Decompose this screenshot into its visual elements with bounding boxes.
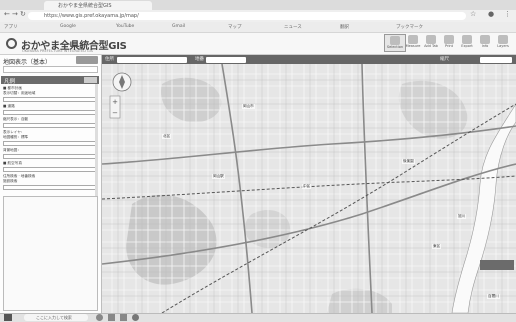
menu-icon[interactable]: ⋮ (504, 10, 511, 18)
address-text: https://www.gis.pref.okayama.jp/map/ (44, 13, 139, 19)
panel-toggle-button[interactable] (76, 56, 98, 64)
address-label: 住所 (105, 57, 114, 62)
map-label: 中区 (302, 184, 312, 189)
panel-field[interactable] (3, 123, 98, 128)
panel-field[interactable] (3, 97, 98, 102)
panel-field[interactable] (3, 110, 98, 115)
toolbar-icon (480, 35, 490, 44)
panel-row: 縮尺表示：自動 (3, 117, 29, 121)
attribute-panel (3, 196, 98, 311)
toolbar-icon (390, 36, 400, 45)
reload-icon[interactable]: ↻ (20, 10, 26, 18)
panel-field[interactable] (3, 167, 98, 172)
map-label: 北区 (162, 134, 172, 139)
map-label: 旭川 (457, 214, 467, 219)
panel-row: 表示切替：用途地域 (3, 91, 36, 95)
map-label: 岡山市 (242, 104, 255, 109)
lot-search-field[interactable] (206, 56, 246, 63)
bookmark-item[interactable]: YouTube (116, 24, 134, 29)
map-canvas[interactable]: + − 岡山市北区中区旭川 岡山駅 後楽園百間川 東区 (102, 64, 516, 313)
layer-list: ■ 都市計画 表示切替：用途地域 ■ 道路 縮尺表示：自動 表示レイヤ： 地図種別：標準背… (3, 86, 98, 192)
toolbar-icon (498, 35, 508, 44)
toolbar-icon (462, 35, 472, 44)
toolbar-icon (408, 35, 418, 44)
map-label: 後楽園 (402, 159, 415, 164)
svg-text:+: + (112, 98, 118, 106)
panel-field[interactable] (3, 185, 98, 190)
start-icon[interactable] (4, 314, 12, 321)
browser-taskbar-icon[interactable] (132, 314, 139, 321)
bookmark-item[interactable]: 翻訳 (340, 24, 349, 30)
toolbar-icon (426, 35, 436, 44)
panel-field[interactable] (3, 154, 98, 159)
bookmark-item[interactable]: ブックマーク (396, 24, 423, 30)
back-icon[interactable]: ← (4, 10, 10, 18)
scale-label: 縮尺 (440, 57, 449, 62)
logo-icon (6, 38, 17, 49)
taskbar-app-icon[interactable] (120, 314, 127, 321)
taskbar-app-icon[interactable] (108, 314, 115, 321)
panel-row: ■ 航空写真 (3, 161, 22, 165)
toolbar-label: Layers (497, 44, 509, 48)
browser-tab-title: おかやま全県統合型GIS (58, 3, 112, 9)
svg-text:−: − (112, 109, 118, 117)
map-label: 東区 (432, 244, 442, 249)
lot-label: 地番 (195, 57, 204, 62)
layer-header-button[interactable] (84, 77, 97, 83)
layer-header-label: 凡例 (4, 79, 16, 85)
toolbar-icon (444, 35, 454, 44)
taskbar-app-icon[interactable] (96, 314, 103, 321)
bookmark-item[interactable]: Google (60, 24, 76, 29)
panel-row: 背景地図： (3, 148, 21, 152)
panel-field[interactable] (3, 141, 98, 146)
toolbar-button[interactable]: Layers (492, 34, 514, 52)
address-search-field[interactable] (117, 56, 187, 63)
map-label: 岡山駅 (212, 174, 225, 179)
panel-row: 施設検索 (3, 179, 18, 183)
bookmark-item[interactable]: マップ (228, 24, 242, 30)
app-subtitle: OKAYAMA PREFECTURE INTEGRATED GIS (22, 49, 94, 53)
panel-row: ■ 道路 (3, 104, 15, 108)
taskbar-search-text: ここに入力して検索 (36, 315, 72, 320)
panel-scrollbar[interactable] (95, 84, 98, 204)
scale-select[interactable] (480, 56, 512, 63)
panel-row: 地図種別：標準 (3, 135, 29, 139)
map-label: 百間川 (487, 294, 500, 299)
bookmark-star-icon[interactable]: ☆ (470, 10, 476, 18)
forward-icon[interactable]: → (12, 10, 18, 18)
bookmarks-bar (0, 22, 516, 33)
panel-search-input[interactable] (3, 66, 98, 73)
profile-icon[interactable]: ● (488, 10, 494, 18)
bookmark-item[interactable]: ニュース (284, 24, 302, 30)
bookmark-item[interactable]: Gmail (172, 24, 185, 29)
bookmark-item[interactable]: アプリ (4, 24, 18, 30)
panel-title: 地図表示（基本） (3, 59, 52, 66)
